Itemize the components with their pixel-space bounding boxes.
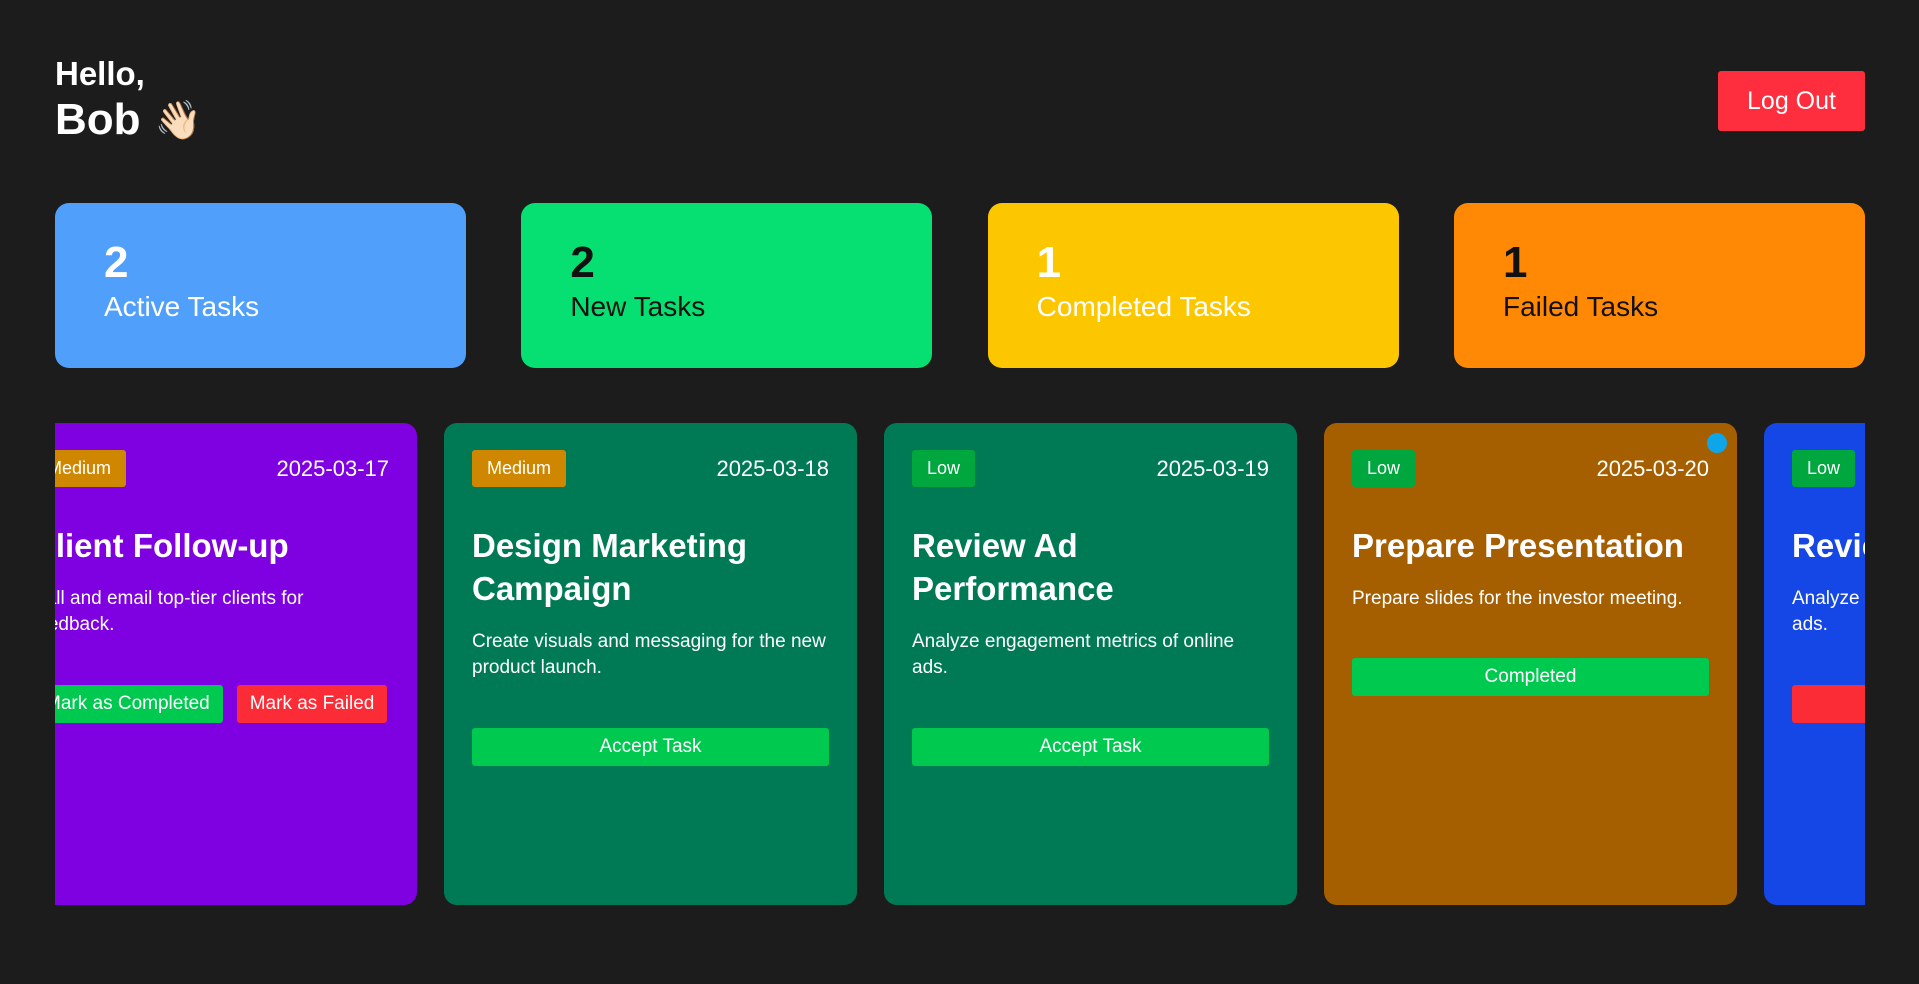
greeting-hello: Hello, (55, 55, 145, 92)
mark-failed-button[interactable] (1792, 685, 1865, 724)
task-card: Low 2025-03-20 Prepare Presentation Prep… (1324, 423, 1737, 905)
status-dot-icon (1707, 433, 1727, 453)
stat-label: Completed Tasks (1036, 291, 1251, 322)
greeting: Hello, Bob 👋🏻 (55, 55, 202, 145)
task-card-header: Low (1792, 450, 1865, 487)
task-card: Medium 2025-03-17 Client Follow-up Call … (55, 423, 417, 905)
task-card: Medium 2025-03-18 Design Marketing Campa… (444, 423, 857, 905)
task-card-header: Low 2025-03-20 (1352, 450, 1709, 487)
task-actions: Mark as Completed Mark as Failed (55, 685, 389, 724)
task-date: 2025-03-17 (276, 455, 389, 481)
task-card: Low Revie Analyze ads. (1764, 423, 1865, 905)
stat-new-tasks: 2 New Tasks (521, 203, 933, 368)
task-title: Revie (1792, 527, 1865, 564)
employee-dashboard: Hello, Bob 👋🏻 Log Out 2 Active Tasks 2 N… (0, 0, 1919, 984)
stat-label: New Tasks (570, 291, 706, 322)
priority-badge: Medium (55, 450, 127, 487)
stat-count: 2 (570, 238, 595, 287)
waving-hand-icon: 👋🏻 (154, 97, 202, 142)
stat-completed-tasks: 1 Completed Tasks (987, 203, 1399, 368)
mark-failed-button[interactable]: Mark as Failed (236, 685, 388, 724)
priority-badge: Medium (472, 450, 567, 487)
task-list: Medium 2025-03-17 Client Follow-up Call … (55, 423, 1865, 905)
task-actions: Accept Task (472, 727, 829, 766)
mark-completed-button[interactable]: Mark as Completed (55, 685, 223, 724)
stat-label: Failed Tasks (1502, 291, 1659, 322)
priority-badge: Low (912, 450, 976, 487)
stat-failed-tasks: 1 Failed Tasks (1453, 203, 1865, 368)
task-date: 2025-03-19 (1156, 455, 1269, 481)
task-actions: Completed (1352, 658, 1709, 697)
task-title: Prepare Presentation (1352, 527, 1684, 564)
priority-badge: Low (1792, 450, 1856, 487)
priority-badge: Low (1352, 450, 1416, 487)
task-card-header: Medium 2025-03-18 (472, 450, 829, 487)
task-title: Review Ad Performance (912, 527, 1114, 607)
stat-count: 1 (1502, 238, 1528, 287)
task-description: Prepare slides for the investor meeting. (1352, 587, 1683, 609)
task-description: Analyze engagement metrics of online ads… (912, 630, 1235, 679)
greeting-name-line: Bob 👋🏻 (55, 95, 202, 145)
task-card-header: Medium 2025-03-17 (55, 450, 389, 487)
user-name: Bob (55, 95, 141, 145)
stat-active-tasks: 2 Active Tasks (55, 203, 466, 368)
task-stats: 2 Active Tasks 2 New Tasks 1 Completed T… (55, 203, 1865, 368)
stat-count: 2 (104, 238, 129, 287)
accept-task-button[interactable]: Accept Task (912, 727, 1269, 766)
accept-task-button[interactable]: Accept Task (472, 727, 829, 766)
task-actions (1792, 685, 1865, 724)
task-date: 2025-03-18 (716, 455, 829, 481)
task-actions: Accept Task (912, 727, 1269, 766)
stat-count: 1 (1036, 238, 1062, 287)
task-description: Create visuals and messaging for the new… (472, 630, 826, 679)
task-list-scroller[interactable]: Medium 2025-03-17 Client Follow-up Call … (55, 423, 1865, 905)
task-title: Design Marketing Campaign (472, 527, 748, 607)
task-card-header: Low 2025-03-19 (912, 450, 1269, 487)
task-title: Client Follow-up (55, 527, 289, 564)
logout-button[interactable]: Log Out (1718, 71, 1865, 131)
task-date: 2025-03-20 (1596, 455, 1709, 481)
task-description: Call and email top-tier clients for feed… (55, 587, 304, 636)
task-card: Low 2025-03-19 Review Ad Performance Ana… (884, 423, 1297, 905)
stat-label: Active Tasks (104, 291, 260, 322)
task-description: Analyze ads. (1792, 587, 1860, 636)
completed-status-button[interactable]: Completed (1352, 658, 1709, 697)
